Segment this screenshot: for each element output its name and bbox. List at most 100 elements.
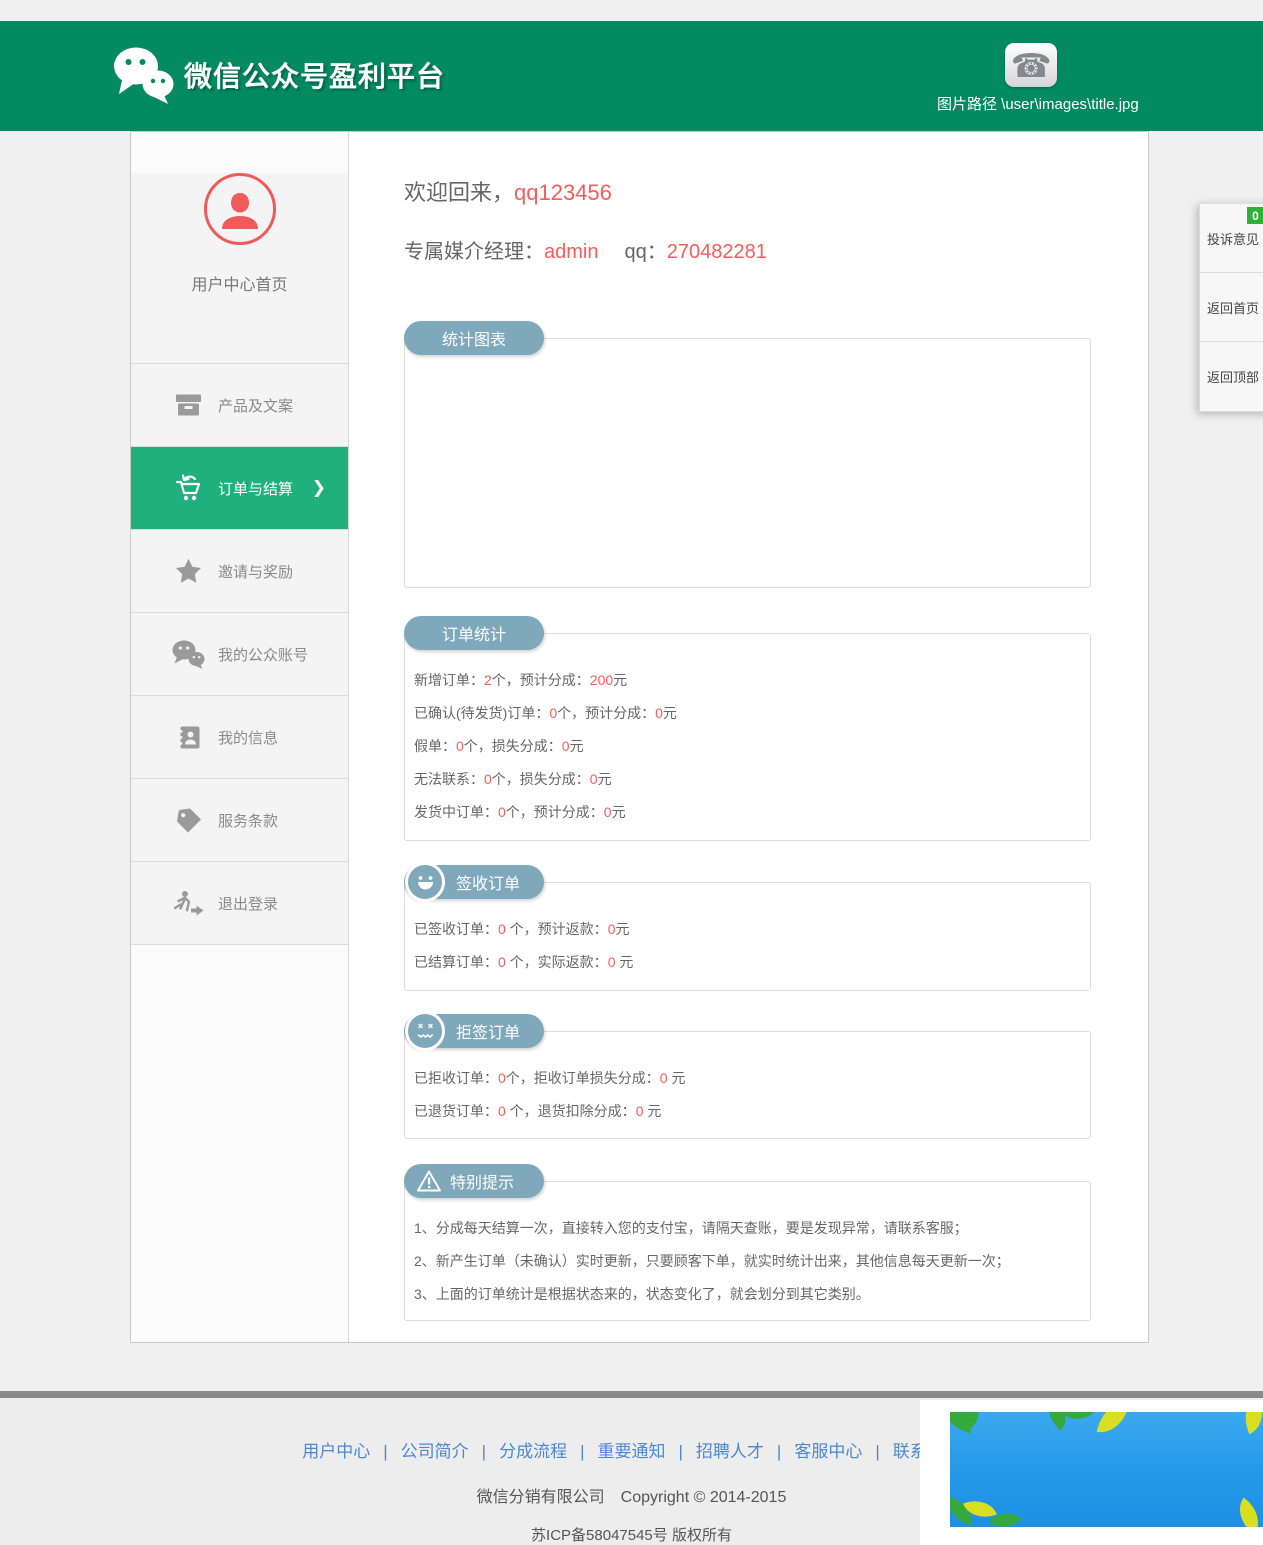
stat-text: 元: [662, 705, 677, 721]
sidebar-item-label: 我的信息: [218, 729, 279, 747]
chevron-right-icon: ❯: [311, 478, 326, 497]
stat-text: 元: [615, 921, 630, 937]
section-signed: 签收订单 已签收订单：0 个，预计返款：0元 已结算订单：0 个，实际返款：0 …: [404, 862, 1091, 991]
cart-icon: [171, 474, 205, 502]
stat-value: 0: [655, 705, 663, 721]
sidebar: 用户中心首页 产品及文案 订单与结算 ❯ 邀请与奖励 我的公众账号 我的信息 服…: [131, 132, 349, 1342]
section-notice: 特别提示 1、分成每天结算一次，直接转入您的支付宝，请隔天查账，要是发现异常，请…: [404, 1164, 1091, 1321]
stat-value: 0: [659, 1070, 668, 1086]
stat-line-signed: 已签收订单：0 个，预计返款：0元: [414, 921, 1072, 938]
promo-banner-image: [950, 1412, 1263, 1527]
sidebar-item-myinfo[interactable]: 我的信息: [131, 696, 348, 779]
leaf-decoration: [1096, 1412, 1130, 1437]
sidebar-item-label: 退出登录: [218, 895, 279, 913]
stat-text: 无法联系：: [414, 771, 484, 787]
happy-face-icon: [405, 862, 445, 902]
stat-line-fake: 假单：0个，损失分成：0元: [414, 738, 1072, 755]
footer-separator: |: [481, 1442, 487, 1461]
stat-text: 假单：: [414, 738, 456, 754]
stat-text: 已拒收订单：: [414, 1070, 498, 1086]
stat-text: 发货中订单：: [414, 804, 498, 820]
rejected-orders-tab[interactable]: 拒签订单: [404, 1011, 544, 1051]
telephone-icon: ☎: [1005, 43, 1057, 87]
stat-value: 2: [484, 672, 492, 688]
complaint-count-badge: 0: [1247, 207, 1263, 224]
sidebar-item-label: 邀请与奖励: [218, 563, 294, 581]
section-order-stats: 订单统计 新增订单：2个，预计分成：200元 已确认(待发货)订单：0个，预计分…: [404, 616, 1091, 841]
contact-card-icon: [171, 725, 205, 750]
stat-text: 已结算订单：: [414, 954, 498, 970]
signed-orders-tab[interactable]: 签收订单: [404, 862, 544, 902]
stat-text: 已确认(待发货)订单：: [414, 705, 550, 721]
footer-link-notice[interactable]: 重要通知: [598, 1442, 666, 1461]
top-header-bar: 微信公众号盈利平台 ☎ 图片路径 \user\images\title.jpg: [0, 21, 1263, 131]
site-title: 微信公众号盈利平台: [184, 61, 446, 92]
stat-value: 0: [549, 705, 558, 721]
footer-link-jobs[interactable]: 招聘人才: [696, 1442, 764, 1461]
sidebar-item-label: 订单与结算: [218, 480, 294, 498]
leaf-decoration: [1235, 1412, 1263, 1435]
stat-text: 个，预计分成：: [557, 705, 656, 721]
footer-separator: |: [580, 1442, 585, 1461]
footer-link-company[interactable]: 公司简介: [401, 1442, 469, 1461]
notice-title: 特别提示: [450, 1175, 515, 1192]
manager-line: 专属媒介经理：admin qq：270482281: [404, 242, 1091, 263]
stat-value: 0: [589, 771, 598, 787]
order-stats-panel: 新增订单：2个，预计分成：200元 已确认(待发货)订单：0个，预计分成：0元 …: [404, 633, 1091, 841]
quick-side-panel: 0 投诉意见 返回首页 返回顶部: [1199, 203, 1263, 412]
stat-text: 元: [613, 672, 628, 688]
footer-separator: |: [875, 1442, 880, 1461]
page: 微信公众号盈利平台 ☎ 图片路径 \user\images\title.jpg …: [0, 0, 1263, 1545]
stat-value: 0: [498, 1070, 506, 1086]
stat-value: 200: [589, 672, 614, 688]
copyright-text: Copyright © 2014-2015: [620, 1489, 787, 1506]
sidebar-item-products[interactable]: 产品及文案: [131, 364, 348, 447]
stat-text: 个，损失分成：: [463, 738, 562, 754]
back-home-label: 返回首页: [1207, 300, 1260, 316]
star-icon: [171, 558, 205, 584]
notice-panel: 1、分成每天结算一次，直接转入您的支付宝，请隔天查账，要是发现异常，请联系客服；…: [404, 1181, 1091, 1321]
sidebar-item-orders[interactable]: 订单与结算 ❯: [131, 447, 348, 530]
stat-line-returned: 已退货订单：0 个，退货扣除分成：0 元: [414, 1103, 1072, 1120]
sidebar-item-label: 服务条款: [218, 812, 279, 830]
promo-image-frame: [920, 1400, 1263, 1545]
stat-line-settled: 已结算订单：0 个，实际返款：0 元: [414, 954, 1072, 971]
stat-value: 0: [456, 738, 464, 754]
stat-text: 个，拒收订单损失分成：: [505, 1070, 660, 1086]
back-top-button[interactable]: 返回顶部: [1200, 342, 1263, 411]
signed-orders-title: 签收订单: [456, 876, 521, 893]
wechat-logo-icon: [112, 46, 176, 109]
stat-text: 个，预计分成：: [491, 672, 590, 688]
back-home-button[interactable]: 返回首页: [1200, 273, 1263, 342]
stat-value: 0: [561, 738, 570, 754]
sidebar-home-label[interactable]: 用户中心首页: [131, 271, 348, 295]
complaint-button[interactable]: 0 投诉意见: [1200, 204, 1263, 273]
sidebar-item-label: 产品及文案: [218, 397, 294, 415]
stat-text: 个，实际返款：: [505, 954, 608, 970]
manager-name: admin: [544, 241, 599, 263]
user-profile-block: 用户中心首页: [131, 173, 348, 364]
footer-separator: |: [776, 1442, 782, 1461]
sidebar-item-accounts[interactable]: 我的公众账号: [131, 613, 348, 696]
leaf-decoration: [1063, 1412, 1093, 1428]
stat-line-rejected: 已拒收订单：0个，拒收订单损失分成：0 元: [414, 1070, 1072, 1087]
user-avatar-icon: [203, 173, 276, 245]
stat-value: 0: [603, 804, 612, 820]
stat-text: 已退货订单：: [414, 1103, 498, 1119]
sidebar-item-terms[interactable]: 服务条款: [131, 779, 348, 862]
notice-tab[interactable]: 特别提示: [404, 1164, 544, 1198]
leaf-decoration: [1229, 1497, 1263, 1527]
notice-line: 1、分成每天结算一次，直接转入您的支付宝，请隔天查账，要是发现异常，请联系客服；: [414, 1220, 968, 1236]
sidebar-item-invite[interactable]: 邀请与奖励: [131, 530, 348, 613]
order-stats-tab[interactable]: 订单统计: [404, 616, 544, 650]
footer-link-service[interactable]: 客服中心: [794, 1442, 862, 1461]
chart-section-title: 统计图表: [441, 332, 506, 349]
stat-text: 个，退货扣除分成：: [505, 1103, 636, 1119]
logout-icon: [171, 890, 205, 916]
sidebar-item-logout[interactable]: 退出登录: [131, 862, 348, 945]
footer-link-user-center[interactable]: 用户中心: [302, 1442, 370, 1461]
notice-line: 2、新产生订单（未确认）实时更新，只要顾客下单，就实时统计出来，其他信息每天更新…: [414, 1253, 1010, 1269]
chart-section-tab[interactable]: 统计图表: [404, 321, 544, 355]
footer-link-share-process[interactable]: 分成流程: [499, 1442, 567, 1461]
image-path-text: 图片路径 \user\images\title.jpg: [937, 96, 1139, 113]
